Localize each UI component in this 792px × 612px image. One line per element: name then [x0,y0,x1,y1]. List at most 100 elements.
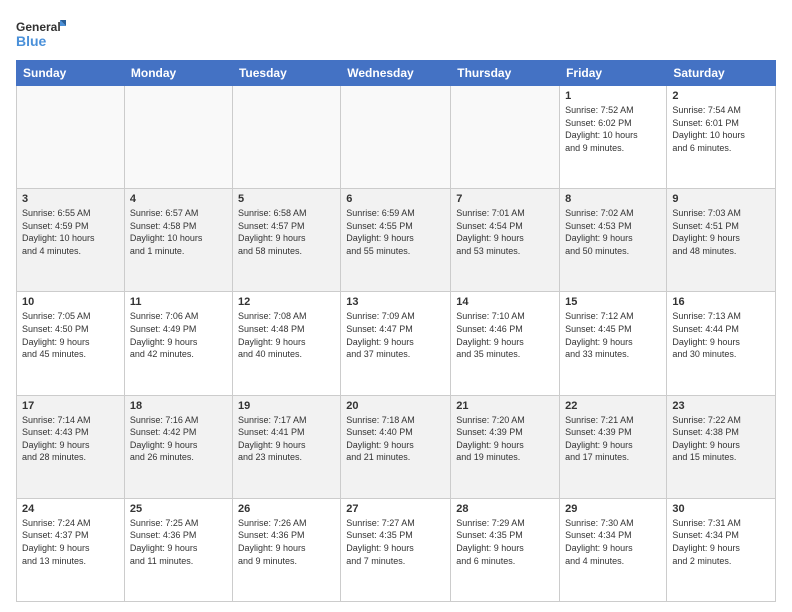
day-number: 4 [130,193,227,205]
day-number: 2 [672,90,770,102]
day-number: 28 [456,503,554,515]
calendar-table: SundayMondayTuesdayWednesdayThursdayFrid… [16,60,776,602]
day-info: Sunrise: 7:18 AM Sunset: 4:40 PM Dayligh… [346,414,445,464]
weekday-header: Tuesday [232,61,340,86]
day-info: Sunrise: 7:08 AM Sunset: 4:48 PM Dayligh… [238,310,335,360]
weekday-header: Wednesday [341,61,451,86]
calendar-cell: 1 Sunrise: 7:52 AM Sunset: 6:02 PM Daylig… [560,86,667,189]
day-info: Sunrise: 7:21 AM Sunset: 4:39 PM Dayligh… [565,414,661,464]
day-number: 19 [238,400,335,412]
day-number: 12 [238,296,335,308]
svg-text:Blue: Blue [16,33,47,49]
svg-text:General: General [16,20,61,34]
calendar-cell [341,86,451,189]
day-number: 25 [130,503,227,515]
calendar-cell: 15Sunrise: 7:12 AM Sunset: 4:45 PM Dayli… [560,292,667,395]
day-number: 7 [456,193,554,205]
day-info: Sunrise: 6:55 AM Sunset: 4:59 PM Dayligh… [22,207,119,257]
day-info: Sunrise: 7:31 AM Sunset: 4:34 PM Dayligh… [672,517,770,567]
day-info: Sunrise: 7:16 AM Sunset: 4:42 PM Dayligh… [130,414,227,464]
day-info: Sunrise: 6:57 AM Sunset: 4:58 PM Dayligh… [130,207,227,257]
weekday-header: Thursday [451,61,560,86]
calendar-cell: 10 Sunrise: 7:05 AM Sunset: 4:50 PM Dayli… [17,292,125,395]
day-number: 30 [672,503,770,515]
day-number: 14 [456,296,554,308]
calendar-cell: 9 Sunrise: 7:03 AM Sunset: 4:51 PM Daylig… [667,189,776,292]
calendar-cell: 14 Sunrise: 7:10 AM Sunset: 4:46 PM Dayli… [451,292,560,395]
day-info: Sunrise: 7:03 AM Sunset: 4:51 PM Dayligh… [672,207,770,257]
day-number: 10 [22,296,119,308]
calendar-cell [17,86,125,189]
day-info: Sunrise: 6:58 AM Sunset: 4:57 PM Dayligh… [238,207,335,257]
day-number: 24 [22,503,119,515]
day-info: Sunrise: 7:25 AM Sunset: 4:36 PM Dayligh… [130,517,227,567]
calendar-week-row: 24 Sunrise: 7:24 AM Sunset: 4:37 PM Dayli… [17,498,776,601]
day-number: 9 [672,193,770,205]
calendar-cell: 24 Sunrise: 7:24 AM Sunset: 4:37 PM Dayli… [17,498,125,601]
day-number: 6 [346,193,445,205]
calendar-cell [451,86,560,189]
day-info: Sunrise: 7:06 AM Sunset: 4:49 PM Dayligh… [130,310,227,360]
day-number: 1 [565,90,661,102]
day-info: Sunrise: 7:27 AM Sunset: 4:35 PM Dayligh… [346,517,445,567]
day-info: Sunrise: 7:52 AM Sunset: 6:02 PM Dayligh… [565,104,661,154]
day-info: Sunrise: 6:59 AM Sunset: 4:55 PM Dayligh… [346,207,445,257]
weekday-header: Sunday [17,61,125,86]
calendar-cell: 23Sunrise: 7:22 AM Sunset: 4:38 PM Dayli… [667,395,776,498]
calendar-cell: 11 Sunrise: 7:06 AM Sunset: 4:49 PM Dayli… [124,292,232,395]
calendar-cell: 25 Sunrise: 7:25 AM Sunset: 4:36 PM Dayli… [124,498,232,601]
day-number: 3 [22,193,119,205]
calendar-cell: 18 Sunrise: 7:16 AM Sunset: 4:42 PM Dayli… [124,395,232,498]
calendar-cell: 19 Sunrise: 7:17 AM Sunset: 4:41 PM Dayli… [232,395,340,498]
day-info: Sunrise: 7:01 AM Sunset: 4:54 PM Dayligh… [456,207,554,257]
calendar-cell: 26Sunrise: 7:26 AM Sunset: 4:36 PM Dayli… [232,498,340,601]
day-info: Sunrise: 7:13 AM Sunset: 4:44 PM Dayligh… [672,310,770,360]
day-number: 15 [565,296,661,308]
day-number: 23 [672,400,770,412]
calendar-cell: 2Sunrise: 7:54 AM Sunset: 6:01 PM Daylig… [667,86,776,189]
calendar-cell: 7 Sunrise: 7:01 AM Sunset: 4:54 PM Daylig… [451,189,560,292]
calendar-week-row: 3 Sunrise: 6:55 AM Sunset: 4:59 PM Daylig… [17,189,776,292]
day-info: Sunrise: 7:17 AM Sunset: 4:41 PM Dayligh… [238,414,335,464]
day-number: 27 [346,503,445,515]
calendar-cell: 4 Sunrise: 6:57 AM Sunset: 4:58 PM Daylig… [124,189,232,292]
day-info: Sunrise: 7:20 AM Sunset: 4:39 PM Dayligh… [456,414,554,464]
header-row: SundayMondayTuesdayWednesdayThursdayFrid… [17,61,776,86]
calendar-cell: 5 Sunrise: 6:58 AM Sunset: 4:57 PM Daylig… [232,189,340,292]
day-number: 5 [238,193,335,205]
day-info: Sunrise: 7:09 AM Sunset: 4:47 PM Dayligh… [346,310,445,360]
calendar-cell: 8Sunrise: 7:02 AM Sunset: 4:53 PM Daylig… [560,189,667,292]
calendar-cell [124,86,232,189]
calendar-week-row: 10 Sunrise: 7:05 AM Sunset: 4:50 PM Dayli… [17,292,776,395]
day-number: 26 [238,503,335,515]
day-number: 18 [130,400,227,412]
weekday-header: Saturday [667,61,776,86]
calendar-cell: 13 Sunrise: 7:09 AM Sunset: 4:47 PM Dayli… [341,292,451,395]
weekday-header: Friday [560,61,667,86]
calendar-cell: 12 Sunrise: 7:08 AM Sunset: 4:48 PM Dayli… [232,292,340,395]
logo-icon: General Blue [16,16,66,52]
day-info: Sunrise: 7:14 AM Sunset: 4:43 PM Dayligh… [22,414,119,464]
day-info: Sunrise: 7:10 AM Sunset: 4:46 PM Dayligh… [456,310,554,360]
day-info: Sunrise: 7:29 AM Sunset: 4:35 PM Dayligh… [456,517,554,567]
day-number: 17 [22,400,119,412]
day-number: 13 [346,296,445,308]
calendar-cell: 20Sunrise: 7:18 AM Sunset: 4:40 PM Dayli… [341,395,451,498]
day-number: 29 [565,503,661,515]
calendar-cell: 29 Sunrise: 7:30 AM Sunset: 4:34 PM Dayli… [560,498,667,601]
calendar-cell: 6 Sunrise: 6:59 AM Sunset: 4:55 PM Daylig… [341,189,451,292]
day-number: 21 [456,400,554,412]
day-info: Sunrise: 7:05 AM Sunset: 4:50 PM Dayligh… [22,310,119,360]
day-number: 8 [565,193,661,205]
day-info: Sunrise: 7:24 AM Sunset: 4:37 PM Dayligh… [22,517,119,567]
day-number: 11 [130,296,227,308]
weekday-header: Monday [124,61,232,86]
calendar-cell: 30 Sunrise: 7:31 AM Sunset: 4:34 PM Dayli… [667,498,776,601]
calendar-cell: 27 Sunrise: 7:27 AM Sunset: 4:35 PM Dayli… [341,498,451,601]
calendar-cell: 21 Sunrise: 7:20 AM Sunset: 4:39 PM Dayli… [451,395,560,498]
calendar-week-row: 17 Sunrise: 7:14 AM Sunset: 4:43 PM Dayli… [17,395,776,498]
calendar-week-row: 1 Sunrise: 7:52 AM Sunset: 6:02 PM Daylig… [17,86,776,189]
calendar-cell: 16Sunrise: 7:13 AM Sunset: 4:44 PM Dayli… [667,292,776,395]
calendar-cell: 3 Sunrise: 6:55 AM Sunset: 4:59 PM Daylig… [17,189,125,292]
day-info: Sunrise: 7:30 AM Sunset: 4:34 PM Dayligh… [565,517,661,567]
